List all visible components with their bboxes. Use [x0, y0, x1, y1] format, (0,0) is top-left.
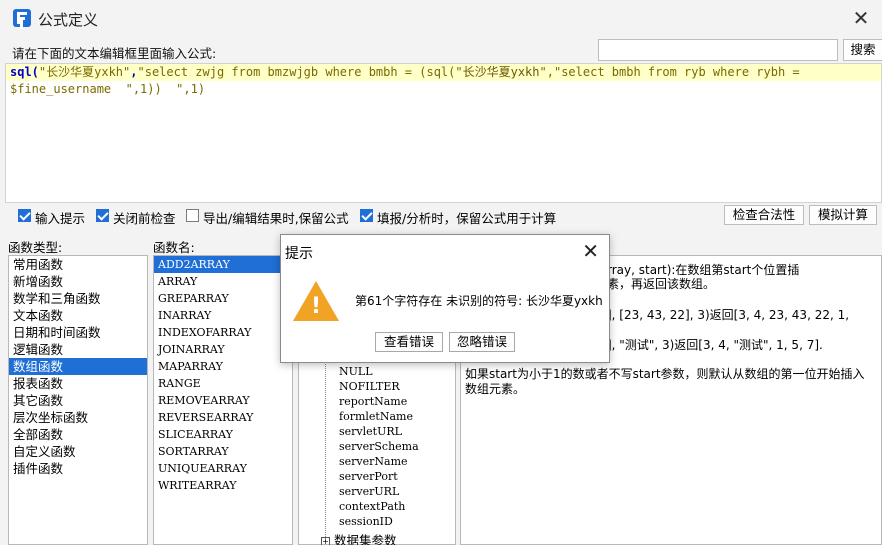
func-types-list: 常用函数 新增函数 数学和三角函数 文本函数 日期和时间函数 逻辑函数 数组函数…: [8, 255, 148, 545]
close-icon[interactable]: ✕: [582, 239, 599, 263]
list-item[interactable]: INDEXOFARRAY: [154, 324, 292, 341]
desc-line: 数组元素。: [465, 382, 526, 396]
list-item[interactable]: 层次坐标函数: [9, 409, 147, 426]
list-item[interactable]: 自定义函数: [9, 443, 147, 460]
keep-formula-fill-label: 填报/分析时，保留公式用于计算: [377, 211, 557, 226]
simulate-button[interactable]: 模拟计算: [809, 205, 877, 225]
code-token: ",": [539, 65, 562, 79]
tree-node[interactable]: contextPath: [339, 500, 405, 513]
code-token: ",1)) ",1): [111, 82, 206, 96]
code-token: select bmbh from ryb where rybh =: [561, 65, 807, 79]
input-hint-checkbox[interactable]: [18, 209, 31, 222]
tree-node[interactable]: serverPort: [339, 470, 398, 483]
code-token: sql(: [10, 65, 39, 79]
keep-formula-export-label: 导出/编辑结果时,保留公式: [203, 211, 349, 226]
tree-node[interactable]: formletName: [339, 410, 413, 423]
tree-node[interactable]: reportName: [339, 395, 407, 408]
desc-line: ], [23, 43, 22], 3)返回[3, 4, 23, 43, 22, …: [607, 308, 850, 322]
list-item[interactable]: REMOVEARRAY: [154, 392, 292, 409]
code-token: $fine_username: [10, 82, 112, 96]
list-item[interactable]: UNIQUEARRAY: [154, 460, 292, 477]
tree-group-dataset-params[interactable]: + 数据集参数: [321, 530, 397, 545]
view-error-button[interactable]: 查看错误: [375, 332, 443, 352]
code-line: sql("长沙华夏yxkh","select zwjg from bmzwjgb…: [6, 64, 881, 81]
tree-node[interactable]: NOFILTER: [339, 380, 400, 393]
keep-formula-export-checkbox[interactable]: [186, 209, 199, 222]
list-item[interactable]: 新增函数: [9, 273, 147, 290]
close-icon[interactable]: ✕: [850, 7, 872, 29]
tree-node[interactable]: sessionID: [339, 515, 393, 528]
code-token: ,: [130, 65, 138, 79]
func-names-list: ADD2ARRAY ARRAY GREPARRAY INARRAY INDEXO…: [153, 255, 293, 545]
list-item[interactable]: 其它函数: [9, 392, 147, 409]
dialog-message: 第61个字符存在 未识别的符号: 长沙华夏yxkh: [355, 294, 603, 308]
ignore-error-button[interactable]: 忽略错误: [449, 332, 515, 352]
list-item[interactable]: INARRAY: [154, 307, 292, 324]
input-hint-label: 输入提示: [35, 211, 86, 226]
list-item[interactable]: SORTARRAY: [154, 443, 292, 460]
desc-line: 素，再返回该数组。: [607, 277, 716, 291]
list-item[interactable]: 常用函数: [9, 256, 147, 273]
window-title: 公式定义: [38, 11, 99, 29]
list-item[interactable]: 文本函数: [9, 307, 147, 324]
search-input[interactable]: [598, 39, 838, 61]
search-button[interactable]: 搜索: [843, 39, 882, 61]
tree-group-label: 数据集参数: [334, 533, 397, 545]
expand-icon[interactable]: +: [321, 537, 330, 545]
check-on-close-label: 关闭前检查: [113, 211, 176, 226]
tree-node[interactable]: serverSchema: [339, 440, 419, 453]
list-item[interactable]: SLICEARRAY: [154, 426, 292, 443]
desc-line: ], "测试", 3)返回[3, 4, "测试", 1, 5, 7].: [607, 338, 823, 352]
error-dialog: 提示 ✕ ! 第61个字符存在 未识别的符号: 长沙华夏yxkh 查看错误 忽略…: [280, 234, 610, 363]
app-logo-icon: [13, 9, 31, 27]
code-token: "长沙华夏yxkh": [38, 65, 131, 79]
code-token: "select zwjg from bmzwjgb where bmbh = (…: [137, 65, 463, 79]
list-item-selected[interactable]: ADD2ARRAY: [154, 256, 292, 273]
list-item[interactable]: 数学和三角函数: [9, 290, 147, 307]
tree-node[interactable]: serverURL: [339, 485, 399, 498]
list-item[interactable]: ARRAY: [154, 273, 292, 290]
list-item[interactable]: 全部函数: [9, 426, 147, 443]
formula-editor[interactable]: sql("长沙华夏yxkh","select zwjg from bmzwjgb…: [5, 63, 882, 203]
check-validity-button[interactable]: 检查合法性: [724, 205, 804, 225]
tree-node[interactable]: serverName: [339, 455, 408, 468]
tree-node[interactable]: servletURL: [339, 425, 402, 438]
keep-formula-fill-checkbox[interactable]: [360, 209, 373, 222]
list-item[interactable]: GREPARRAY: [154, 290, 292, 307]
exclamation-icon: !: [310, 294, 322, 319]
check-on-close-checkbox[interactable]: [96, 209, 109, 222]
code-token: 长沙华夏yxkh: [462, 65, 540, 79]
code-line: $fine_username ",1)) ",1): [6, 81, 205, 97]
dialog-title: 提示: [285, 246, 313, 262]
title-bar: 公式定义 ✕: [0, 0, 882, 36]
list-item[interactable]: 插件函数: [9, 460, 147, 477]
func-types-title: 函数类型:: [8, 240, 63, 255]
list-item[interactable]: MAPARRAY: [154, 358, 292, 375]
list-item[interactable]: 报表函数: [9, 375, 147, 392]
list-item[interactable]: JOINARRAY: [154, 341, 292, 358]
func-names-title: 函数名:: [153, 240, 195, 255]
list-item[interactable]: RANGE: [154, 375, 292, 392]
list-item-selected[interactable]: 数组函数: [9, 358, 147, 375]
list-item[interactable]: 日期和时间函数: [9, 324, 147, 341]
list-item[interactable]: REVERSEARRAY: [154, 409, 292, 426]
list-item[interactable]: 逻辑函数: [9, 341, 147, 358]
editor-prompt-label: 请在下面的文本编辑框里面输入公式:: [12, 46, 217, 61]
tree-node[interactable]: NULL: [339, 365, 373, 378]
list-item[interactable]: WRITEARRAY: [154, 477, 292, 494]
